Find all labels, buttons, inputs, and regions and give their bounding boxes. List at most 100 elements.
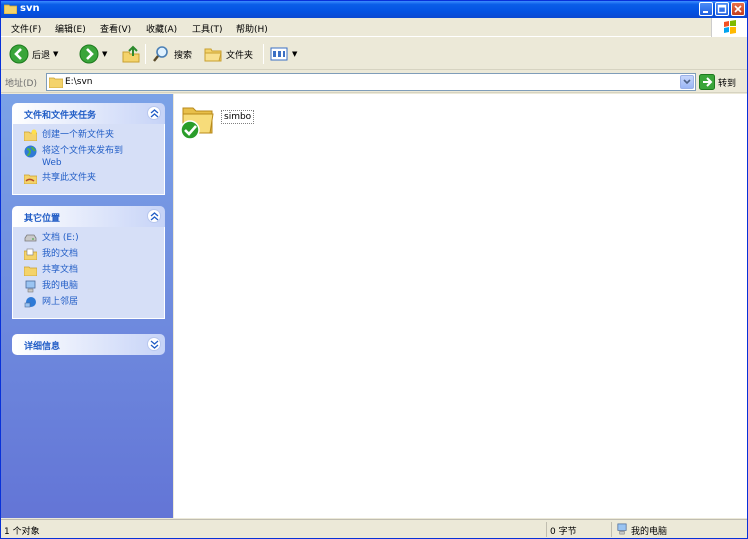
search-button[interactable]: 搜索 bbox=[151, 43, 192, 65]
back-label: 后退 bbox=[32, 50, 51, 61]
search-label: 搜索 bbox=[174, 50, 193, 61]
place-my-documents[interactable]: 我的文档 bbox=[13, 248, 164, 264]
expand-button[interactable] bbox=[147, 337, 161, 351]
collapse-button[interactable] bbox=[147, 106, 161, 120]
go-arrow-icon bbox=[699, 74, 715, 90]
drive-icon bbox=[24, 234, 37, 242]
views-dropdown-icon[interactable]: ▼ bbox=[292, 50, 297, 58]
menu-edit[interactable]: 编辑(E) bbox=[55, 22, 86, 35]
new-folder-icon bbox=[24, 129, 37, 141]
status-divider bbox=[546, 522, 547, 537]
maximize-button[interactable] bbox=[715, 2, 729, 16]
task-share-folder[interactable]: 共享此文件夹 bbox=[13, 172, 164, 188]
task-pane: 文件和文件夹任务 创建一个新文件夹 将这个文件夹发布到 Web 共享此文件夹 其… bbox=[1, 94, 173, 518]
forward-arrow-icon bbox=[79, 44, 99, 64]
my-documents-icon bbox=[24, 248, 37, 260]
place-label: 网上邻居 bbox=[42, 297, 79, 307]
window-title: svn bbox=[20, 3, 40, 14]
status-location: 我的电脑 bbox=[631, 527, 668, 537]
toolbar-separator bbox=[145, 44, 146, 64]
task-new-folder[interactable]: 创建一个新文件夹 bbox=[13, 129, 164, 145]
up-folder-button[interactable] bbox=[121, 43, 141, 65]
place-label: 我的文档 bbox=[42, 249, 79, 259]
panel-header[interactable]: 其它位置 bbox=[12, 206, 165, 227]
back-button[interactable]: 后退 ▼ bbox=[9, 43, 58, 65]
address-bar: 地址(D) E:\svn 转到 bbox=[1, 71, 747, 93]
place-my-computer[interactable]: 我的电脑 bbox=[13, 280, 164, 296]
forward-button[interactable]: ▼ bbox=[79, 43, 107, 65]
address-input[interactable]: E:\svn bbox=[46, 73, 696, 91]
panel-title: 详细信息 bbox=[24, 342, 61, 352]
place-label: 文档 (E:) bbox=[42, 233, 79, 243]
title-bar[interactable]: svn bbox=[1, 1, 747, 18]
up-folder-icon bbox=[122, 45, 140, 63]
task-label: 将这个文件夹发布到 Web bbox=[42, 146, 124, 168]
task-label: 创建一个新文件夹 bbox=[42, 130, 115, 140]
panel-body: 文档 (E:) 我的文档 共享文档 我的电脑 网上邻居 bbox=[12, 227, 165, 319]
details-panel: 详细信息 bbox=[12, 334, 165, 355]
minimize-button[interactable] bbox=[699, 2, 713, 16]
place-drive-e[interactable]: 文档 (E:) bbox=[13, 232, 164, 248]
panel-body: 创建一个新文件夹 将这个文件夹发布到 Web 共享此文件夹 bbox=[12, 124, 165, 195]
share-folder-icon bbox=[24, 174, 37, 184]
panel-title: 其它位置 bbox=[24, 214, 61, 224]
go-label: 转到 bbox=[718, 78, 737, 89]
menu-file[interactable]: 文件(F) bbox=[11, 22, 41, 35]
menu-tools[interactable]: 工具(T) bbox=[192, 22, 223, 35]
chevron-up-icon bbox=[150, 212, 159, 221]
minimize-icon bbox=[703, 11, 708, 13]
search-icon bbox=[153, 46, 168, 62]
place-shared-documents[interactable]: 共享文档 bbox=[13, 264, 164, 280]
chevron-down-icon bbox=[683, 79, 691, 85]
status-object-count: 1 个对象 bbox=[4, 527, 40, 537]
place-label: 共享文档 bbox=[42, 265, 79, 275]
folder-name: simbo bbox=[221, 110, 255, 124]
place-network[interactable]: 网上邻居 bbox=[13, 296, 164, 312]
views-button[interactable]: ▼ bbox=[269, 43, 297, 65]
file-list-pane[interactable]: simbo bbox=[174, 94, 747, 518]
address-label: 地址(D) bbox=[5, 79, 37, 89]
folders-label: 文件夹 bbox=[226, 50, 254, 61]
status-bar: 1 个对象 0 字节 我的电脑 bbox=[1, 519, 747, 538]
menu-bar: 文件(F) 编辑(E) 查看(V) 收藏(A) 工具(T) 帮助(H) bbox=[1, 18, 747, 37]
folders-icon bbox=[204, 48, 222, 62]
panel-header[interactable]: 详细信息 bbox=[12, 334, 165, 355]
place-label: 我的电脑 bbox=[42, 281, 79, 291]
my-computer-icon bbox=[25, 280, 36, 293]
address-dropdown-button[interactable] bbox=[680, 75, 694, 89]
explorer-window: svn 文件(F) 编辑(E) 查看(V) 收藏(A) 工具(T) 帮助(H) bbox=[0, 0, 748, 539]
panel-header[interactable]: 文件和文件夹任务 bbox=[12, 103, 165, 124]
globe-icon bbox=[24, 145, 37, 158]
toolbar-separator bbox=[263, 44, 264, 64]
windows-logo bbox=[711, 18, 747, 37]
close-icon bbox=[734, 5, 742, 13]
windows-flag-icon bbox=[724, 20, 736, 34]
menu-help[interactable]: 帮助(H) bbox=[236, 22, 268, 35]
status-divider bbox=[611, 522, 612, 537]
chevron-up-icon bbox=[150, 109, 159, 118]
back-dropdown-icon[interactable]: ▼ bbox=[53, 50, 58, 58]
address-value: E:\svn bbox=[65, 77, 93, 87]
collapse-button[interactable] bbox=[147, 209, 161, 223]
svn-folder-icon bbox=[180, 107, 214, 140]
forward-dropdown-icon[interactable]: ▼ bbox=[102, 50, 107, 58]
folders-button[interactable]: 文件夹 bbox=[203, 43, 253, 65]
maximize-icon bbox=[717, 4, 727, 14]
my-computer-icon bbox=[617, 523, 627, 535]
folder-icon bbox=[49, 77, 63, 88]
folder-item[interactable]: simbo bbox=[179, 102, 269, 142]
menu-view[interactable]: 查看(V) bbox=[100, 22, 131, 35]
shared-documents-icon bbox=[24, 266, 37, 276]
menu-favorites[interactable]: 收藏(A) bbox=[146, 22, 177, 35]
close-button[interactable] bbox=[731, 2, 745, 16]
status-size: 0 字节 bbox=[550, 527, 577, 537]
go-button[interactable]: 转到 bbox=[699, 74, 736, 90]
back-arrow-icon bbox=[9, 44, 29, 64]
task-publish-web[interactable]: 将这个文件夹发布到 Web bbox=[13, 145, 164, 172]
views-icon bbox=[270, 47, 288, 61]
task-label: 共享此文件夹 bbox=[42, 173, 97, 183]
panel-title: 文件和文件夹任务 bbox=[24, 111, 97, 121]
network-icon bbox=[24, 297, 36, 308]
chevron-down-icon bbox=[150, 340, 159, 349]
folder-icon bbox=[4, 4, 17, 14]
